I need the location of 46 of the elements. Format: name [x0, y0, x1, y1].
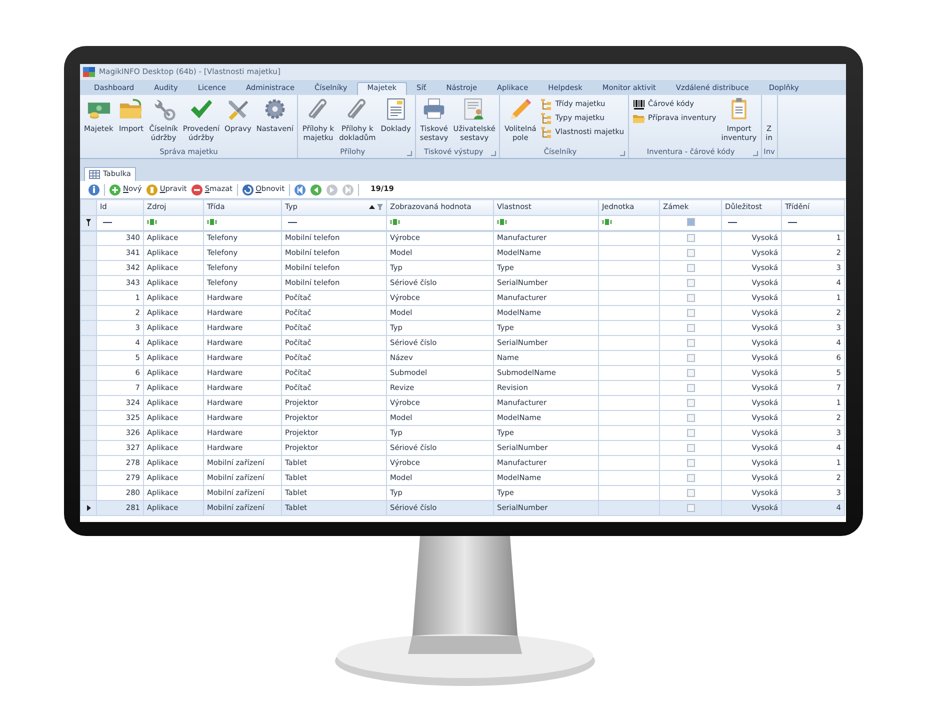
edit-icon [146, 184, 158, 196]
checkbox[interactable] [686, 458, 694, 467]
checkbox[interactable] [686, 504, 694, 512]
checkbox[interactable] [686, 234, 694, 242]
dialog-launcher-icon[interactable] [620, 151, 626, 156]
minus-icon [190, 184, 203, 196]
checkbox[interactable] [686, 294, 694, 302]
filter-pin-icon [86, 218, 91, 226]
filter-checkbox[interactable] [686, 218, 694, 226]
plus-icon [109, 184, 121, 196]
refresh-icon [242, 184, 254, 196]
dialog-launcher-icon[interactable] [406, 151, 412, 156]
hierarchy-icon [541, 113, 552, 124]
dialog-launcher-icon[interactable] [491, 151, 496, 156]
info-button[interactable] [88, 184, 100, 196]
checkbox[interactable] [686, 338, 694, 347]
text-filter-icon [207, 219, 217, 226]
text-filter-icon [147, 219, 157, 226]
barcode-icon [633, 99, 646, 110]
text-filter-icon [390, 219, 400, 226]
previous-record-button[interactable] [310, 184, 322, 196]
text-filter-icon [602, 219, 612, 226]
checkbox[interactable] [686, 444, 694, 452]
text-filter-icon [497, 219, 507, 226]
checkbox[interactable] [686, 278, 694, 287]
hierarchy-icon [541, 127, 552, 138]
dialog-launcher-icon[interactable] [752, 151, 758, 156]
checkbox[interactable] [686, 474, 694, 482]
checkbox[interactable] [686, 428, 694, 437]
hierarchy-icon [541, 99, 552, 110]
app-logo-icon [83, 67, 95, 77]
checkbox[interactable] [686, 264, 694, 272]
checkbox[interactable] [686, 324, 694, 332]
first-record-button[interactable] [294, 184, 306, 196]
checkbox[interactable] [686, 308, 694, 317]
folder-icon [633, 113, 646, 124]
checkbox[interactable] [686, 488, 694, 497]
checkbox[interactable] [686, 398, 694, 407]
checkbox[interactable] [686, 414, 694, 422]
checkbox[interactable] [686, 384, 694, 392]
current-row-icon [86, 504, 90, 511]
table-icon [89, 170, 100, 179]
checkbox[interactable] [686, 354, 694, 362]
filter-icon[interactable] [377, 204, 383, 210]
checkbox[interactable] [686, 248, 694, 257]
checkbox[interactable] [686, 368, 694, 377]
